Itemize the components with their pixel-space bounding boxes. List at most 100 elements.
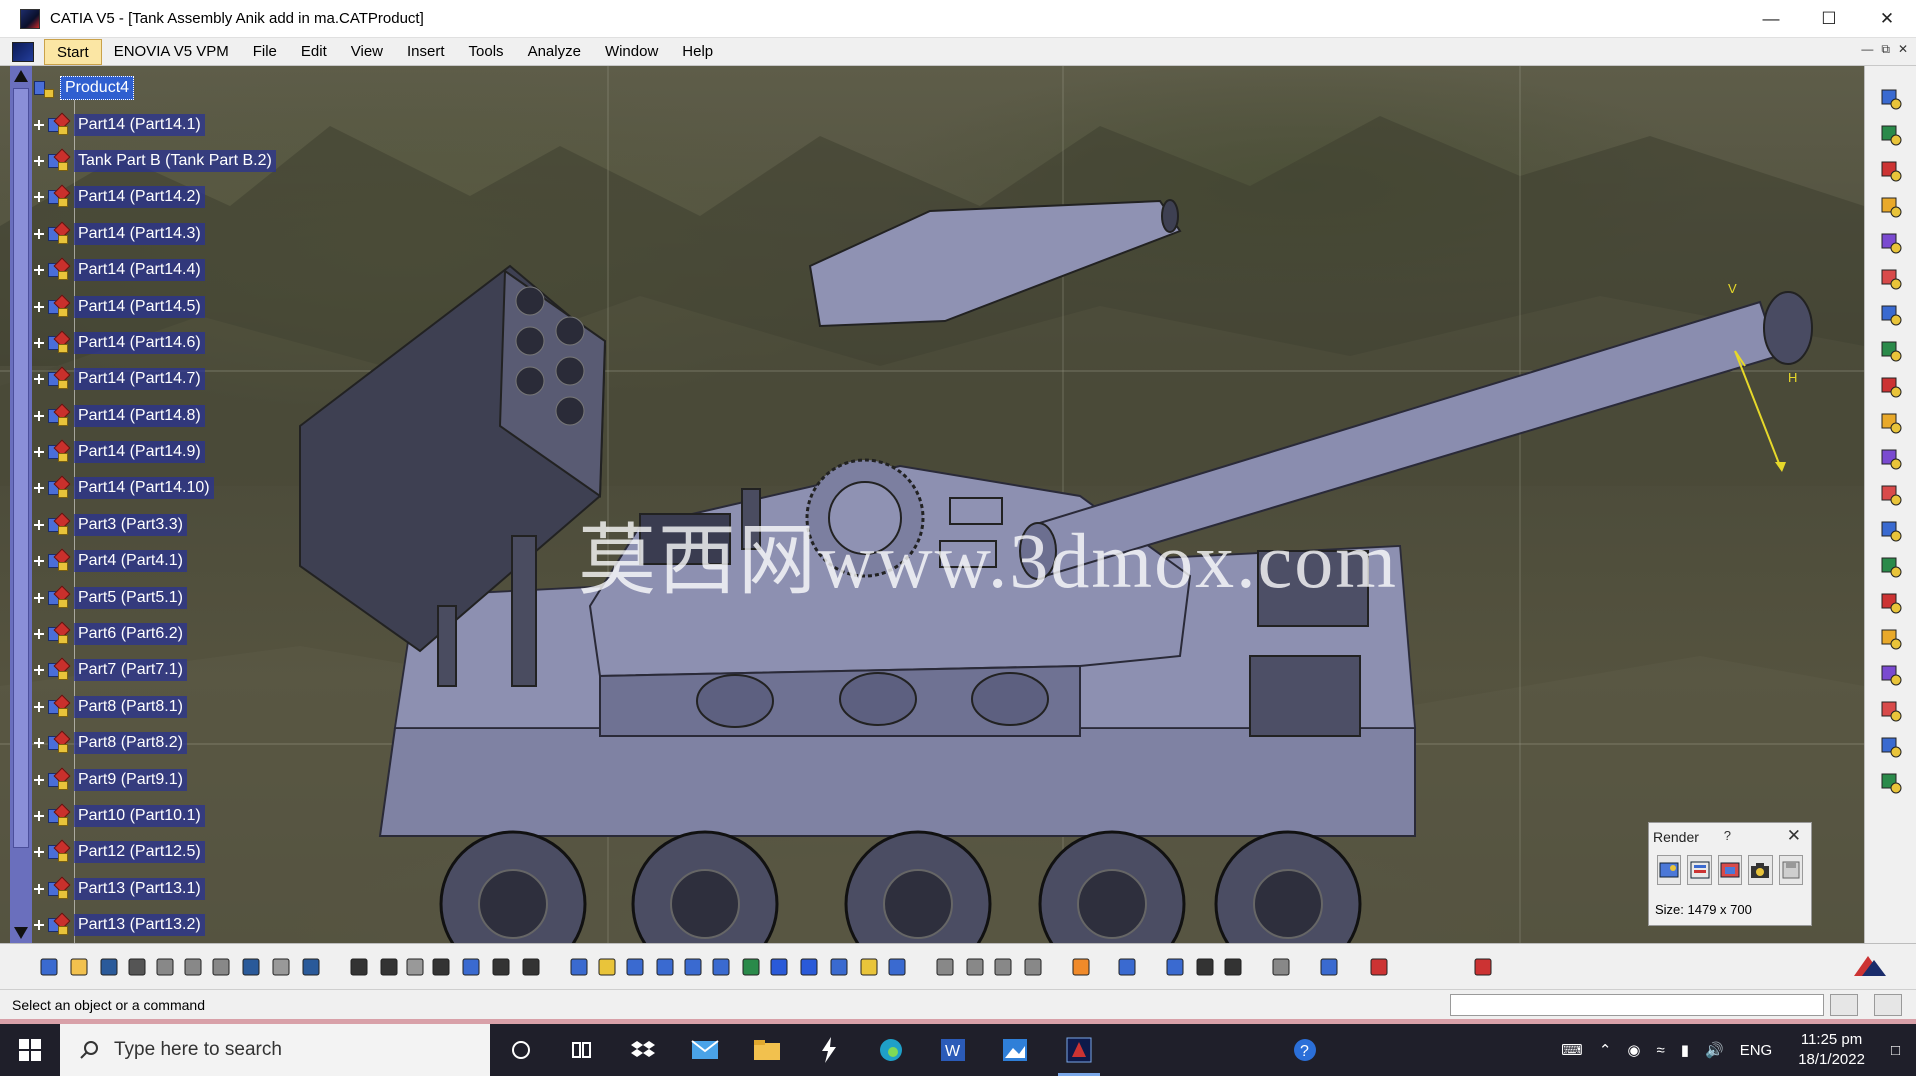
tree-node[interactable]: Part14 (Part14.1) (34, 106, 354, 142)
windows-start-button[interactable] (0, 1024, 60, 1076)
multi-view-icon[interactable] (766, 954, 792, 980)
volume-icon[interactable]: 🔊 (1705, 1041, 1724, 1059)
cycle-icon[interactable] (1366, 954, 1392, 980)
tree-node[interactable]: Part6 (Part6.2) (34, 616, 354, 652)
tree-expand-icon[interactable] (458, 954, 484, 980)
doc-restore-icon[interactable]: ⧉ (1881, 42, 1890, 57)
hide-show-icon[interactable] (856, 954, 882, 980)
menu-window[interactable]: Window (593, 39, 670, 65)
expand-plus-icon[interactable] (34, 483, 44, 494)
expand-plus-icon[interactable] (34, 119, 44, 130)
maximize-button[interactable]: ☐ (1800, 0, 1858, 38)
tree-node-label[interactable]: Part6 (Part6.2) (74, 623, 187, 646)
tree-node-label[interactable]: Part14 (Part14.7) (74, 368, 205, 391)
grid-icon[interactable] (1470, 954, 1496, 980)
scroll-down-icon[interactable] (14, 927, 28, 939)
render-camera-icon[interactable] (1748, 855, 1773, 885)
task-view-icon[interactable] (550, 1024, 612, 1076)
tree-node-label[interactable]: Part13 (Part13.2) (74, 914, 205, 937)
knowledge-icon[interactable] (376, 954, 402, 980)
expand-plus-icon[interactable] (34, 192, 44, 203)
tree-node-label[interactable]: Part13 (Part13.1) (74, 877, 205, 900)
tree-node-label[interactable]: Part14 (Part14.10) (74, 477, 214, 500)
exploded-view-icon[interactable] (1114, 954, 1140, 980)
normal-view-icon[interactable] (738, 954, 764, 980)
dropbox-icon[interactable] (612, 1024, 674, 1076)
tree-node-label[interactable]: Part7 (Part7.1) (74, 659, 187, 682)
iso-view-icon[interactable] (796, 954, 822, 980)
undo-icon[interactable] (238, 954, 264, 980)
expand-plus-icon[interactable] (34, 738, 44, 749)
animation-icon[interactable] (1878, 770, 1904, 796)
tree-node[interactable]: Part13 (Part13.2) (34, 907, 354, 943)
zoom-in-icon[interactable] (680, 954, 706, 980)
expand-plus-icon[interactable] (34, 592, 44, 603)
expand-plus-icon[interactable] (34, 228, 44, 239)
taskbar-search-box[interactable]: Type here to search (60, 1024, 490, 1076)
table-icon[interactable] (428, 954, 454, 980)
tree-node-label[interactable]: Part14 (Part14.2) (74, 186, 205, 209)
tree-node[interactable]: Part13 (Part13.1) (34, 871, 354, 907)
render-image-icon[interactable] (1657, 855, 1682, 885)
fix-together-icon[interactable] (1068, 954, 1094, 980)
zoom-out-icon[interactable] (708, 954, 734, 980)
expand-plus-icon[interactable] (34, 265, 44, 276)
expand-plus-icon[interactable] (34, 556, 44, 567)
menu-start[interactable]: Start (44, 38, 102, 65)
expand-plus-icon[interactable] (34, 774, 44, 785)
paste-icon[interactable] (208, 954, 234, 980)
product-structure-icon[interactable] (1878, 122, 1904, 148)
catia-taskbar-icon[interactable] (1048, 1024, 1110, 1076)
explode-icon[interactable] (1878, 482, 1904, 508)
tree-node[interactable]: Part14 (Part14.4) (34, 252, 354, 288)
lock-icon[interactable] (488, 954, 514, 980)
mail-icon[interactable] (674, 1024, 736, 1076)
compass-axes[interactable] (1734, 350, 1786, 472)
menu-file[interactable]: File (241, 39, 289, 65)
select-arrow-icon[interactable] (1878, 266, 1904, 292)
open-icon[interactable] (66, 954, 92, 980)
tree-node-label[interactable]: Part14 (Part14.9) (74, 441, 205, 464)
publish-icon[interactable] (1878, 662, 1904, 688)
expand-plus-icon[interactable] (34, 883, 44, 894)
tree-node[interactable]: Part14 (Part14.5) (34, 288, 354, 324)
tree-node-label[interactable]: Part5 (Part5.1) (74, 586, 187, 609)
chevron-up-icon[interactable]: ⌃ (1599, 1041, 1612, 1059)
menu-insert[interactable]: Insert (395, 39, 457, 65)
notifications-icon[interactable]: □ (1891, 1042, 1900, 1059)
scroll-up-icon[interactable] (14, 70, 28, 82)
tree-node-label[interactable]: Part4 (Part4.1) (74, 550, 187, 573)
redo-icon[interactable] (268, 954, 294, 980)
photos-icon[interactable] (984, 1024, 1046, 1076)
expand-plus-icon[interactable] (34, 847, 44, 858)
move-icon[interactable] (1878, 410, 1904, 436)
cortana-icon[interactable] (490, 1024, 552, 1076)
save-icon[interactable] (96, 954, 122, 980)
menu-tools[interactable]: Tools (457, 39, 516, 65)
render-panel-header[interactable]: Render ? ✕ (1649, 823, 1811, 851)
apply-material-icon[interactable] (1268, 954, 1294, 980)
document-icon[interactable] (1878, 194, 1904, 220)
tree-node[interactable]: Part14 (Part14.6) (34, 325, 354, 361)
tank-hull[interactable] (378, 727, 1416, 837)
command-toggle-button[interactable] (1830, 994, 1858, 1016)
tree-node[interactable]: Tank Part B (Tank Part B.2) (34, 143, 354, 179)
missile-projectile[interactable] (808, 199, 1182, 328)
doc-close-icon[interactable]: ✕ (1898, 42, 1908, 57)
minimize-button[interactable]: — (1742, 0, 1800, 38)
render-icon[interactable] (1878, 734, 1904, 760)
rotate-icon[interactable] (652, 954, 678, 980)
tree-node-label[interactable]: Part3 (Part3.3) (74, 513, 187, 536)
file-explorer-icon[interactable] (736, 1024, 798, 1076)
tree-node-label[interactable]: Part14 (Part14.3) (74, 222, 205, 245)
expand-plus-icon[interactable] (34, 410, 44, 421)
distance-icon[interactable] (1878, 626, 1904, 652)
render-settings-icon[interactable] (1687, 855, 1712, 885)
tree-node-label[interactable]: Part10 (Part10.1) (74, 805, 205, 827)
manipulation-icon[interactable] (1878, 302, 1904, 328)
tree-node-label[interactable]: Part12 (Part12.5) (74, 841, 205, 864)
menu-analyze[interactable]: Analyze (516, 39, 593, 65)
tree-node-label[interactable]: Part14 (Part14.8) (74, 404, 205, 427)
shading-icon[interactable] (826, 954, 852, 980)
battery-icon[interactable]: ▮ (1681, 1041, 1689, 1059)
